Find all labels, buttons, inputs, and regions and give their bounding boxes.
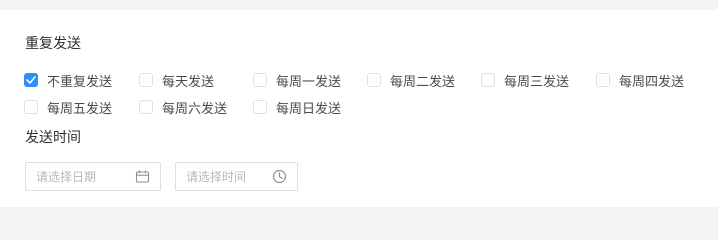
option-daily[interactable]: 每天发送: [139, 71, 215, 90]
time-input[interactable]: [176, 169, 272, 184]
option-label: 每周日发送: [276, 101, 342, 117]
option-wednesday[interactable]: 每周三发送: [481, 71, 570, 90]
option-tuesday[interactable]: 每周二发送: [367, 71, 456, 90]
option-monday[interactable]: 每周一发送: [253, 71, 342, 90]
option-thursday[interactable]: 每周四发送: [596, 71, 685, 90]
checkbox[interactable]: [253, 73, 267, 87]
check-icon: [26, 76, 36, 84]
option-label: 每周一发送: [276, 74, 342, 90]
checkbox[interactable]: [139, 73, 153, 87]
checkbox[interactable]: [481, 73, 495, 87]
option-label: 每周三发送: [504, 74, 570, 90]
send-time-title: 发送时间: [25, 130, 81, 146]
calendar-icon[interactable]: [135, 169, 150, 184]
option-friday[interactable]: 每周五发送: [24, 98, 113, 117]
clock-icon[interactable]: [272, 169, 287, 184]
option-label: 不重复发送: [47, 74, 113, 90]
option-saturday[interactable]: 每周六发送: [139, 98, 228, 117]
time-picker[interactable]: [175, 162, 298, 191]
option-label: 每周五发送: [47, 101, 113, 117]
checkbox[interactable]: [253, 100, 267, 114]
checkbox[interactable]: [596, 73, 610, 87]
checkbox[interactable]: [139, 100, 153, 114]
checkbox-checked[interactable]: [24, 73, 38, 87]
option-no-repeat[interactable]: 不重复发送: [24, 71, 113, 90]
repeat-send-title: 重复发送: [25, 36, 81, 52]
option-label: 每周四发送: [619, 74, 685, 90]
option-sunday[interactable]: 每周日发送: [253, 98, 342, 117]
option-label: 每周六发送: [162, 101, 228, 117]
date-input[interactable]: [26, 169, 132, 184]
date-picker[interactable]: [25, 162, 161, 191]
option-label: 每周二发送: [390, 74, 456, 90]
checkbox[interactable]: [367, 73, 381, 87]
option-label: 每天发送: [162, 74, 215, 90]
checkbox[interactable]: [24, 100, 38, 114]
